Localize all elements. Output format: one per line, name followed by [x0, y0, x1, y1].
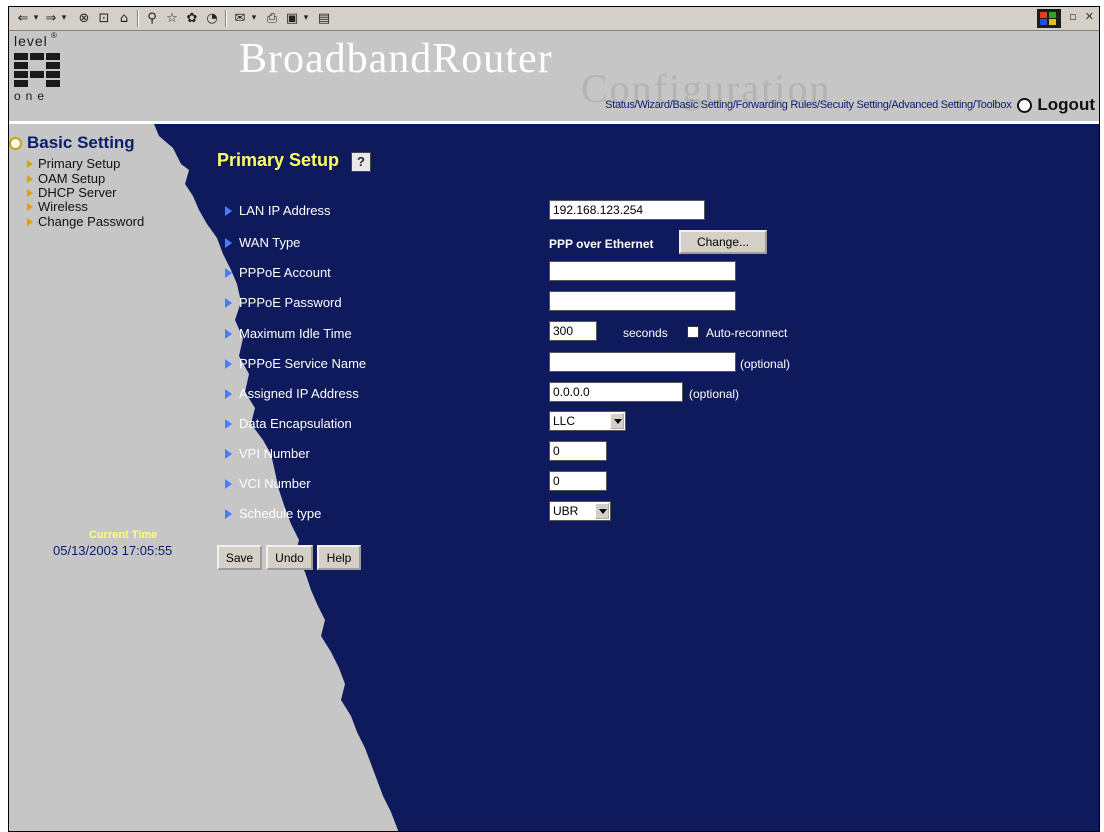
section-circle-icon [9, 136, 22, 150]
vpi-label: VPI Number [225, 446, 310, 461]
service-name-label: PPPoE Service Name [225, 356, 366, 371]
refresh-icon[interactable]: ⊡ [95, 9, 113, 27]
change-wan-button[interactable]: Change... [679, 230, 767, 254]
arrow-icon [225, 358, 232, 369]
forward-dropdown-icon[interactable]: ▾ [59, 9, 69, 27]
logout-link[interactable]: Logout [1037, 95, 1095, 115]
wan-type-label: WAN Type [225, 235, 300, 250]
help-icon[interactable]: ? [351, 152, 371, 172]
nav-basic-setting[interactable]: Basic Setting/ [673, 99, 736, 111]
print-icon[interactable]: ⎙ [263, 9, 281, 27]
discuss-icon[interactable]: ▤ [315, 9, 333, 27]
encapsulation-select[interactable]: LLC [549, 411, 626, 431]
router-header: level ® one Configuration BroadbandRouter… [9, 31, 1099, 121]
toolbar-separator [137, 10, 139, 27]
arrow-icon [225, 508, 232, 519]
lan-ip-label: LAN IP Address [225, 203, 331, 218]
media-icon[interactable]: ✿ [183, 9, 201, 27]
arrow-icon [225, 478, 232, 489]
back-dropdown-icon[interactable]: ▾ [31, 9, 41, 27]
arrow-icon [225, 237, 232, 248]
content-area: Basic Setting Primary Setup OAM Setup DH… [9, 124, 1099, 831]
search-icon[interactable]: ⚲ [143, 9, 161, 27]
page-title: Primary Setup [217, 150, 340, 170]
auto-reconnect-label: Auto-reconnect [706, 326, 788, 340]
favorites-icon[interactable]: ☆ [163, 9, 181, 27]
stop-icon[interactable]: ⊗ [75, 9, 93, 27]
nav-status[interactable]: Status/ [605, 99, 637, 111]
edit-icon[interactable]: ▣ [283, 9, 301, 27]
triangle-icon [27, 159, 33, 168]
nav-advanced-setting[interactable]: Advanced Setting/ [891, 99, 975, 111]
sidebar-header: Basic Setting [9, 133, 135, 153]
auto-reconnect-checkbox[interactable] [687, 326, 699, 338]
level-one-logo: level ® one [13, 31, 63, 113]
triangle-icon [27, 202, 33, 211]
sidebar-item-wireless[interactable]: Wireless [27, 199, 88, 214]
help-button[interactable]: Help [317, 545, 361, 570]
triangle-icon [27, 188, 33, 197]
sidebar-item-dhcp-server[interactable]: DHCP Server [27, 185, 117, 200]
pppoe-account-input[interactable] [549, 261, 736, 281]
vci-label: VCI Number [225, 476, 311, 491]
seconds-label: seconds [623, 326, 668, 340]
sidebar-item-change-password[interactable]: Change Password [27, 214, 144, 229]
mail-dropdown-icon[interactable]: ▾ [249, 9, 259, 27]
logout-icon [1017, 97, 1033, 113]
browser-toolbar: ⇐ ▾ ⇒ ▾ ⊗ ⊡ ⌂ ⚲ ☆ ✿ ◔ ✉ ▾ ⎙ ▣ ▾ ▤ – ▫ ✕ [9, 7, 1099, 31]
assigned-ip-label: Assigned IP Address [225, 386, 359, 401]
edit-dropdown-icon[interactable]: ▾ [301, 9, 311, 27]
nav-toolbox[interactable]: Toolbox [976, 99, 1012, 111]
sidebar-item-primary-setup[interactable]: Primary Setup [27, 156, 120, 171]
current-time-label: Current Time [89, 529, 158, 541]
assigned-ip-input[interactable]: 0.0.0.0 [549, 382, 683, 402]
arrow-icon [225, 328, 232, 339]
vci-input[interactable]: 0 [549, 471, 607, 491]
triangle-icon [27, 174, 33, 183]
lan-ip-input[interactable]: 192.168.123.254 [549, 200, 705, 220]
arrow-icon [225, 205, 232, 216]
service-name-input[interactable] [549, 352, 736, 372]
arrow-icon [225, 418, 232, 429]
service-name-optional: (optional) [740, 357, 791, 371]
top-navigation: Status/ Wizard/ Basic Setting/ Forwardin… [605, 95, 1095, 115]
pppoe-account-label: PPPoE Account [225, 265, 331, 280]
arrow-icon [225, 388, 232, 399]
back-icon[interactable]: ⇐ [15, 9, 31, 27]
assigned-ip-optional: (optional) [689, 387, 740, 401]
max-idle-input[interactable]: 300 [549, 321, 597, 341]
browser-window: ⇐ ▾ ⇒ ▾ ⊗ ⊡ ⌂ ⚲ ☆ ✿ ◔ ✉ ▾ ⎙ ▣ ▾ ▤ – ▫ ✕ … [8, 6, 1100, 832]
app-title: BroadbandRouter [239, 36, 553, 82]
chevron-down-icon [595, 503, 609, 519]
chevron-down-icon [610, 413, 624, 429]
sidebar-background [9, 124, 399, 831]
wan-type-value: PPP over Ethernet [549, 237, 654, 251]
nav-forwarding-rules[interactable]: Forwarding Rules/ [736, 99, 820, 111]
save-button[interactable]: Save [217, 545, 262, 570]
current-time-value: 05/13/2003 17:05:55 [53, 543, 173, 558]
schedule-select[interactable]: UBR [549, 501, 611, 521]
triangle-icon [27, 217, 33, 226]
arrow-icon [225, 297, 232, 308]
sidebar-item-oam-setup[interactable]: OAM Setup [27, 171, 105, 186]
mail-icon[interactable]: ✉ [231, 9, 249, 27]
arrow-icon [225, 267, 232, 278]
max-idle-label: Maximum Idle Time [225, 326, 352, 341]
history-icon[interactable]: ◔ [203, 9, 221, 27]
forward-icon[interactable]: ⇒ [43, 9, 59, 27]
toolbar-separator [225, 10, 227, 27]
arrow-icon [225, 448, 232, 459]
pppoe-password-label: PPPoE Password [225, 295, 342, 310]
pppoe-password-input[interactable] [549, 291, 736, 311]
nav-security-setting[interactable]: Secuity Setting/ [820, 99, 892, 111]
schedule-label: Schedule type [225, 506, 321, 521]
undo-button[interactable]: Undo [266, 545, 313, 570]
vpi-input[interactable]: 0 [549, 441, 607, 461]
window-controls[interactable]: – ▫ ✕ [1055, 10, 1097, 23]
nav-wizard[interactable]: Wizard/ [637, 99, 672, 111]
encapsulation-label: Data Encapsulation [225, 416, 352, 431]
home-icon[interactable]: ⌂ [115, 9, 133, 27]
sidebar-title[interactable]: Basic Setting [27, 133, 135, 153]
